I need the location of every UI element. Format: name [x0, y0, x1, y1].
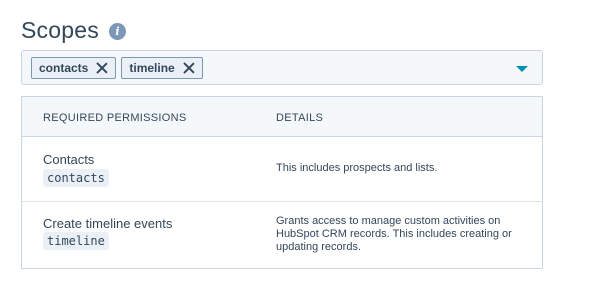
scopes-multiselect[interactable]: contacts timeline [21, 50, 543, 85]
table-row: Contacts contacts This includes prospect… [22, 137, 542, 202]
scopes-section: Scopes i contacts timeline REQUIRED PERM… [0, 0, 599, 300]
scopes-heading: Scopes i [21, 17, 126, 44]
permission-scope-code: contacts [43, 169, 109, 187]
close-icon[interactable] [96, 62, 108, 74]
permission-details: Grants access to manage custom activitie… [276, 215, 512, 253]
table-row: Create timeline events timeline Grants a… [22, 202, 542, 268]
close-icon[interactable] [183, 62, 195, 74]
page-title: Scopes [21, 17, 99, 43]
column-header-details: DETAILS [276, 112, 324, 124]
permission-scope-code: timeline [43, 232, 109, 250]
permission-name: Contacts [43, 152, 95, 167]
column-header-required-permissions: REQUIRED PERMISSIONS [43, 112, 187, 124]
permission-name: Create timeline events [43, 216, 173, 231]
info-icon[interactable]: i [108, 23, 126, 40]
scope-tag-contacts: contacts [31, 56, 117, 79]
chevron-down-icon[interactable] [516, 66, 528, 72]
info-icon-glyph: i [115, 25, 120, 38]
scope-tag-label: timeline [129, 60, 175, 75]
scope-tag-label: contacts [39, 60, 89, 75]
permissions-table: REQUIRED PERMISSIONS DETAILS Contacts co… [21, 96, 543, 269]
scope-tag-timeline: timeline [121, 56, 203, 79]
table-header: REQUIRED PERMISSIONS DETAILS [22, 97, 542, 137]
permission-details: This includes prospects and lists. [276, 162, 438, 174]
